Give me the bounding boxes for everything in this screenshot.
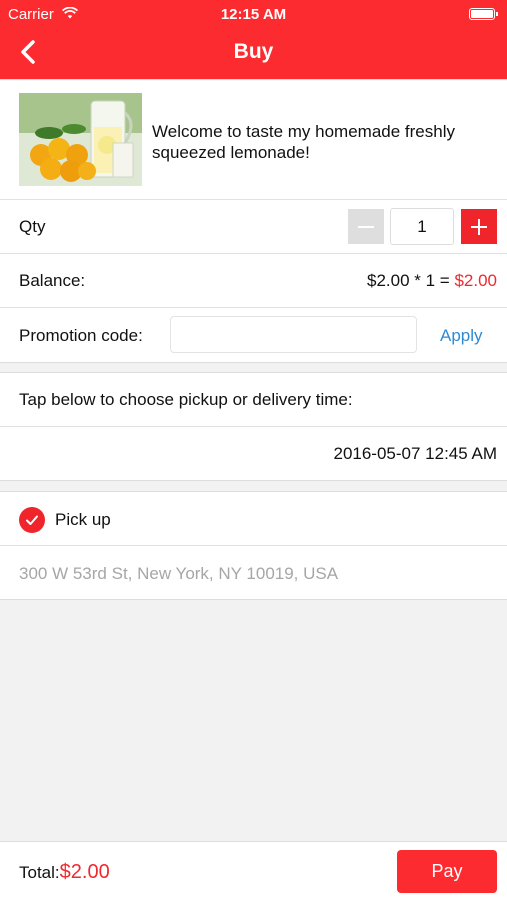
app-header: Carrier 12:15 AM Buy xyxy=(0,0,507,79)
quantity-label: Qty xyxy=(19,217,46,236)
pay-button[interactable]: Pay xyxy=(397,850,497,893)
order-card: Welcome to taste my homemade freshly squ… xyxy=(0,79,507,363)
total-amount: $2.00 xyxy=(59,861,110,883)
order-total: Total:$2.00 xyxy=(19,861,110,884)
battery-icon xyxy=(469,8,498,20)
promotion-row: Promotion code: Apply xyxy=(0,308,507,362)
balance-label: Balance: xyxy=(19,271,86,290)
product-description: Welcome to taste my homemade freshly squ… xyxy=(152,122,455,162)
nav-bar: Buy xyxy=(0,26,507,79)
plus-icon xyxy=(471,218,487,235)
page-title: Buy xyxy=(233,40,274,63)
pickup-address: 300 W 53rd St, New York, NY 10019, USA xyxy=(19,564,339,583)
balance-value: $2.00 * 1 = $2.00 xyxy=(367,271,497,291)
pickup-address-row: 300 W 53rd St, New York, NY 10019, USA xyxy=(0,546,507,599)
pickup-card: Pick up 300 W 53rd St, New York, NY 1001… xyxy=(0,491,507,600)
balance-formula: $2.00 * 1 = xyxy=(367,271,455,290)
quantity-field[interactable]: 1 xyxy=(390,208,454,245)
promotion-label: Promotion code: xyxy=(19,326,143,345)
balance-row: Balance: $2.00 * 1 = $2.00 xyxy=(0,254,507,308)
quantity-row: Qty 1 xyxy=(0,200,507,254)
schedule-time-picker[interactable]: 2016-05-07 12:45 AM xyxy=(0,427,507,480)
product-row: Welcome to taste my homemade freshly squ… xyxy=(0,80,507,200)
schedule-prompt: Tap below to choose pickup or delivery t… xyxy=(19,390,353,409)
pickup-option[interactable]: Pick up xyxy=(0,492,507,546)
schedule-prompt-row: Tap below to choose pickup or delivery t… xyxy=(0,373,507,427)
schedule-datetime: 2016-05-07 12:45 AM xyxy=(333,444,497,463)
status-time: 12:15 AM xyxy=(220,6,287,23)
promotion-code-input[interactable] xyxy=(170,316,417,353)
pickup-label: Pick up xyxy=(55,510,111,529)
balance-total: $2.00 xyxy=(454,271,497,290)
schedule-card: Tap below to choose pickup or delivery t… xyxy=(0,372,507,481)
total-label: Total: xyxy=(19,863,60,882)
product-image xyxy=(19,93,142,186)
status-bar: Carrier 12:15 AM xyxy=(0,6,507,24)
checkout-footer: Total:$2.00 Pay xyxy=(0,841,507,900)
increase-quantity-button[interactable] xyxy=(461,209,497,244)
apply-button[interactable]: Apply xyxy=(440,326,483,346)
decrease-quantity-button[interactable] xyxy=(348,209,384,244)
checkmark-icon xyxy=(19,507,45,533)
minus-icon xyxy=(358,225,374,228)
